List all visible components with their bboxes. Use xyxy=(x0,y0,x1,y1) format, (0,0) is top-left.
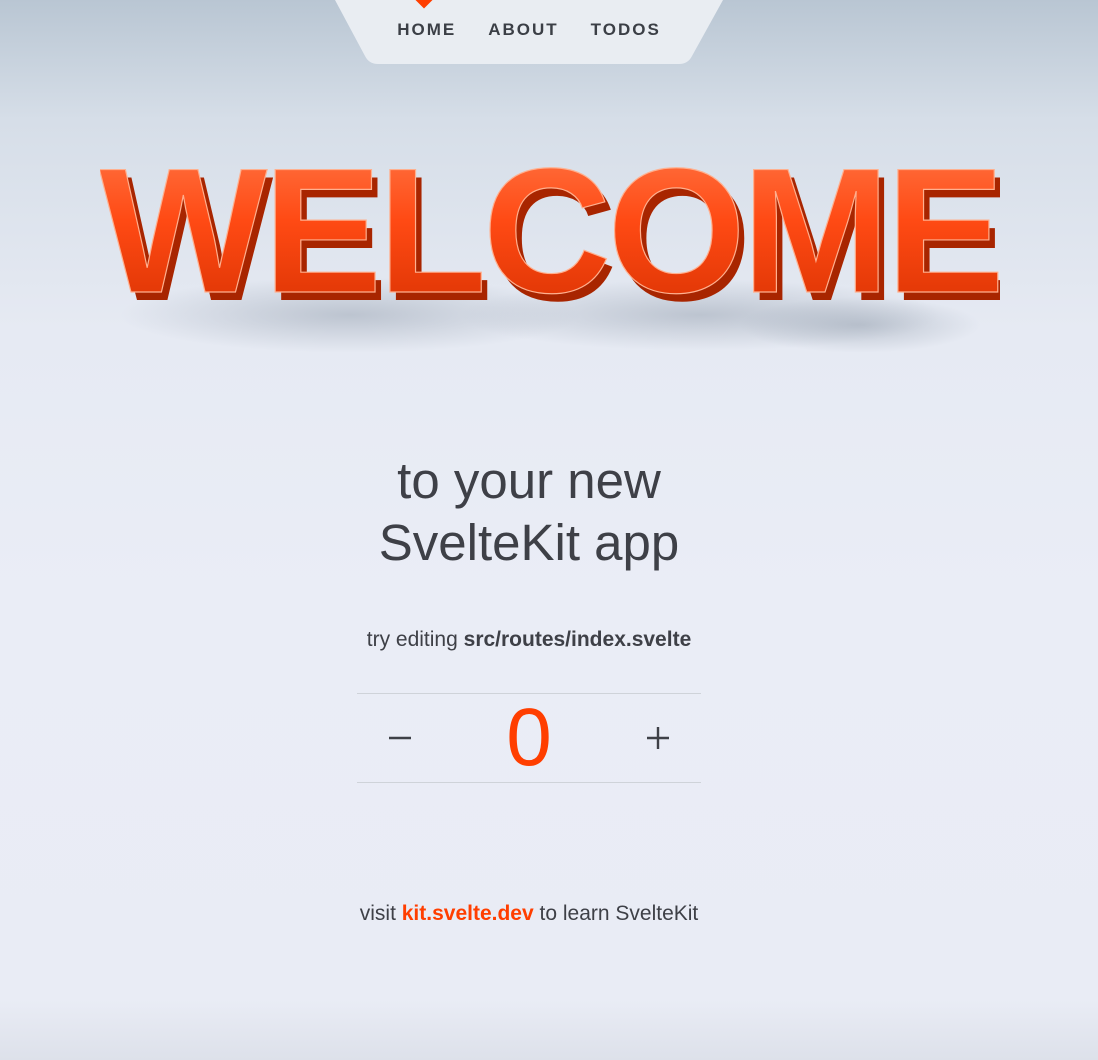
increment-button[interactable] xyxy=(615,694,701,782)
counter: 0 xyxy=(357,693,701,783)
page-title-line1: to your new xyxy=(397,452,661,509)
nav-item-about[interactable]: ABOUT xyxy=(488,20,558,40)
learn-more-suffix: to learn SvelteKit xyxy=(539,902,699,925)
plus-icon xyxy=(647,727,669,749)
minus-icon xyxy=(389,736,411,740)
decrement-button[interactable] xyxy=(357,694,443,782)
learn-more-line: visit kit.svelte.dev to learn SvelteKit xyxy=(0,902,1058,926)
welcome-hero-image: WELCOME WELCOME xyxy=(100,130,1000,353)
edit-hint: try editing src/routes/index.svelte xyxy=(0,628,1058,652)
nav-item-home[interactable]: HOME xyxy=(397,20,456,40)
nav-list: HOME ABOUT TODOS xyxy=(335,0,723,64)
page-title: to your new SvelteKit app xyxy=(0,450,1058,574)
edit-hint-path: src/routes/index.svelte xyxy=(463,628,692,651)
counter-value: 0 xyxy=(506,692,552,783)
nav-item-todos[interactable]: TODOS xyxy=(591,20,661,40)
edit-hint-prefix: try editing xyxy=(366,628,458,651)
top-nav: HOME ABOUT TODOS xyxy=(335,0,723,64)
learn-more-prefix: visit xyxy=(359,902,396,925)
hero-welcome-text: WELCOME xyxy=(100,131,1000,330)
page-title-line2: SvelteKit app xyxy=(378,514,680,571)
kit-svelte-dev-link[interactable]: kit.svelte.dev xyxy=(402,902,534,925)
